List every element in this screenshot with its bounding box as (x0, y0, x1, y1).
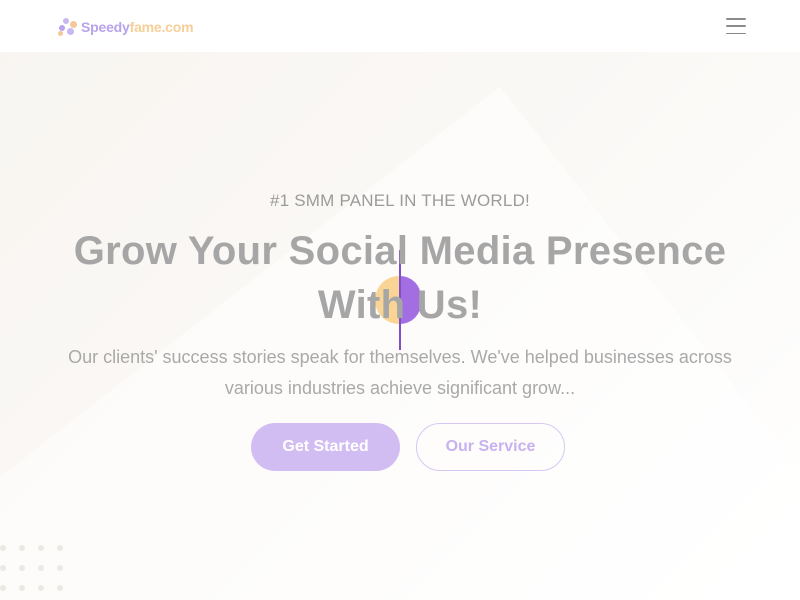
hero-title: Grow Your Social Media Presence With Us! (40, 224, 760, 332)
logo-text-fame: fame.com (129, 19, 194, 35)
site-header: Speedyfame.com (0, 0, 800, 52)
hero-title-line1: Grow Your Social Media Presence (73, 229, 727, 273)
hero-eyebrow: #1 SMM PANEL IN THE WORLD! (270, 191, 530, 210)
brand-logo[interactable]: Speedyfame.com (57, 16, 194, 38)
hero-subtitle: Our clients' success stories speak for t… (68, 347, 732, 398)
logo-text: Speedyfame.com (81, 19, 194, 35)
get-started-button[interactable]: Get Started (251, 423, 400, 471)
hero-title-line2: With Us! (317, 283, 483, 327)
page: Speedyfame.com #1 SMM PANEL IN THE WORLD… (0, 0, 800, 600)
decorative-dots (0, 545, 70, 595)
our-service-button[interactable]: Our Service (416, 423, 565, 471)
hamburger-menu-icon[interactable] (724, 16, 748, 36)
logo-text-speedy: Speedy (81, 19, 130, 35)
logo-mark-icon (57, 17, 79, 37)
